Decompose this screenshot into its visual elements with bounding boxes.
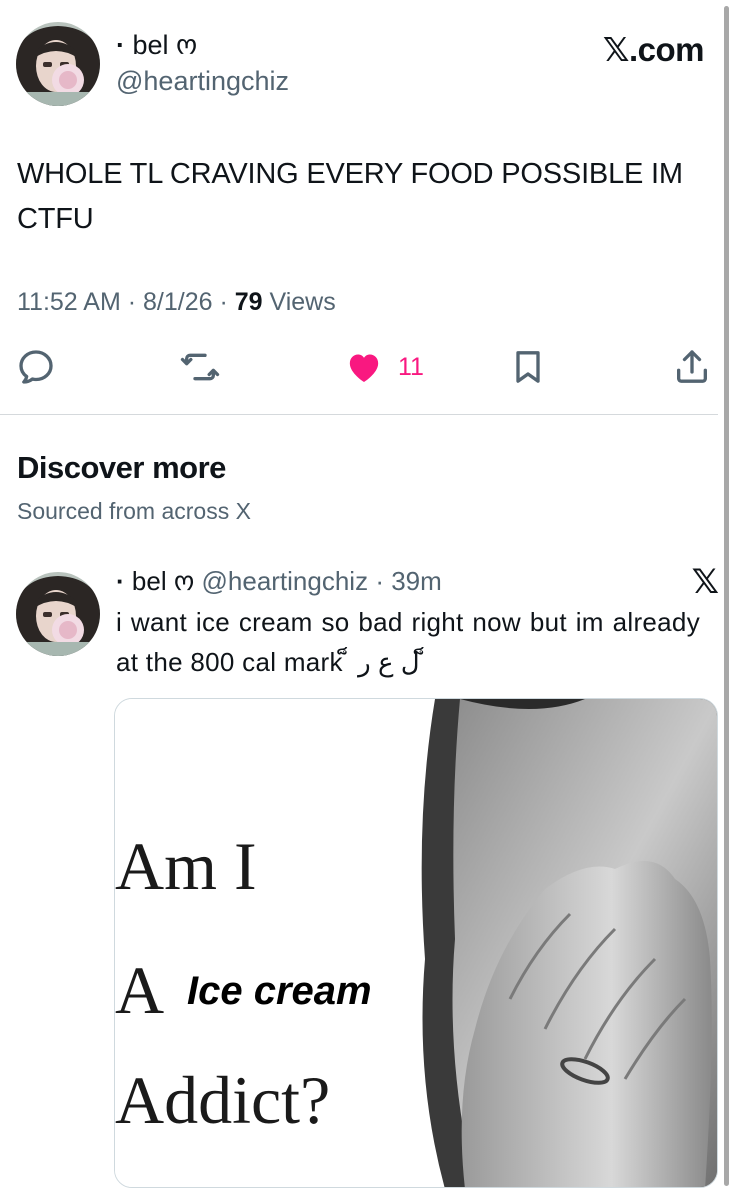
action-bar: 11 bbox=[0, 344, 718, 390]
discover-title: Discover more bbox=[17, 450, 226, 485]
views-label: Views bbox=[269, 288, 336, 316]
name-dot: · bbox=[116, 566, 125, 596]
name-dot: · bbox=[116, 30, 125, 60]
tweet-media-image[interactable]: Am I A Ice cream Addict? bbox=[114, 698, 718, 1188]
reply-button[interactable] bbox=[16, 344, 56, 390]
divider bbox=[0, 414, 718, 415]
tweet-meta: 11:52 AM · 8/1/26 · 79 Views bbox=[17, 288, 336, 316]
bookmark-icon bbox=[508, 347, 548, 387]
discover-avatar[interactable] bbox=[16, 572, 100, 656]
tweet-date: 8/1/26 bbox=[143, 288, 213, 316]
like-count: 11 bbox=[398, 352, 424, 381]
discover-display-name: bel ო bbox=[131, 566, 195, 596]
tweet-text: WHOLE TL CRAVING EVERY FOOD POSSIBLE IM … bbox=[17, 158, 683, 235]
avatar[interactable] bbox=[16, 22, 100, 106]
meme-overlay-text: Ice cream bbox=[187, 969, 372, 1013]
handle[interactable]: @heartingchiz bbox=[116, 66, 289, 97]
x-logo-icon: 𝕏 bbox=[691, 563, 719, 601]
meme-line-1: Am I bbox=[115, 828, 257, 904]
discover-tweet-text: i want ice cream so bad right now but im… bbox=[116, 607, 700, 677]
discover-tweet-header[interactable]: · bel ო @heartingchiz · 39m bbox=[116, 566, 442, 597]
retweet-icon bbox=[180, 347, 220, 387]
meme-line-2: A bbox=[115, 952, 165, 1028]
discover-subtitle: Sourced from across X bbox=[17, 498, 251, 524]
share-button[interactable] bbox=[672, 344, 712, 390]
bookmark-button[interactable] bbox=[508, 344, 548, 390]
like-button[interactable]: 11 bbox=[344, 344, 424, 390]
discover-handle: @heartingchiz bbox=[201, 566, 369, 596]
retweet-button[interactable] bbox=[180, 344, 220, 390]
views-count: 79 bbox=[234, 288, 263, 316]
share-icon bbox=[672, 347, 712, 387]
scrollbar[interactable] bbox=[724, 6, 729, 1186]
meme-line-3: Addict? bbox=[115, 1062, 331, 1138]
heart-icon bbox=[344, 347, 384, 387]
display-name-text: bel ო bbox=[132, 30, 198, 60]
source-label: 𝕏.com bbox=[602, 31, 705, 68]
tweet-time: 11:52 AM bbox=[17, 288, 121, 316]
discover-time: 39m bbox=[391, 566, 442, 596]
reply-icon bbox=[16, 347, 56, 387]
display-name[interactable]: · bel ო bbox=[116, 30, 197, 61]
